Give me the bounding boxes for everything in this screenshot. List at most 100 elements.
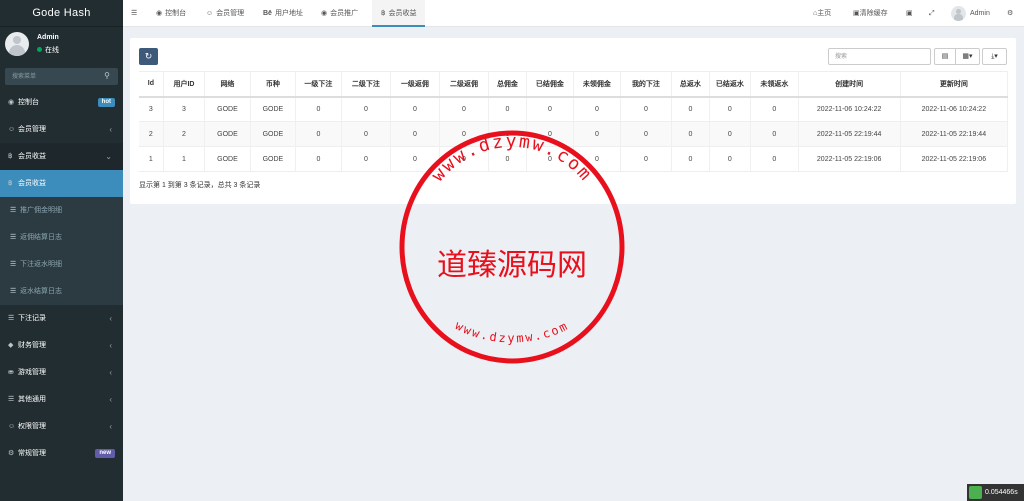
table-cell: 0 [526,121,575,147]
chevron-down-icon: ⌄ [105,152,112,161]
sidebar-item-label: 下注记录 [18,315,46,322]
table-cell: 0 [488,146,527,172]
refresh-button[interactable]: ↻ [139,48,158,65]
sidebar-item-members[interactable]: ☺ 会员管理 ‹ [0,116,123,143]
sidebar-subitem-commission-log[interactable]: ☰ 返佣结算日志 [0,224,123,251]
sidebar-item-label: 权限管理 [18,423,46,430]
sidebar-subitem-earnings[interactable]: ฿ 会员收益 [0,170,123,197]
tab-dashboard[interactable]: ◉ 控制台 [150,0,192,27]
sidebar-subitem-rebate-detail[interactable]: ☰ 下注返水明细 [0,251,123,278]
col-header[interactable]: 更新时间 [900,71,1009,98]
tab-addresses[interactable]: Bē 用户地址 [257,0,309,27]
sidebar-subitem-commission-detail[interactable]: ☰ 推广佣金明细 [0,197,123,224]
list-icon: ☰ [8,315,15,322]
tab-label: 控制台 [165,10,187,17]
language-icon[interactable]: ▣ [906,0,913,27]
list-icon: ☰ [8,396,15,403]
tab-members[interactable]: ☺ 会员管理 [200,0,250,27]
sidebar-item-label: 返水结算日志 [20,288,62,295]
menu-toggle-icon[interactable]: ☰ [131,0,137,27]
col-header[interactable]: 总佣金 [488,71,527,98]
table-row[interactable]: 2 2 GODE GODE 0 0 0 0 0 0 0 0 0 0 0 2022-11-05 22:19:44… [139,121,1009,147]
table-cell: 0 [671,121,710,147]
user-name: Admin [37,34,59,41]
user-icon: ☺ [206,10,214,17]
table-cell: 1 [139,146,164,172]
home-link[interactable]: ⌂主页 [813,0,831,27]
fullscreen-icon[interactable]: ⤢ [929,0,935,27]
settings-gear-icon[interactable]: ⚙ [1007,0,1013,27]
col-header[interactable]: 用户ID [163,71,206,98]
col-header[interactable]: 二级返佣 [439,71,490,98]
table-cell: 0 [671,146,710,172]
col-header[interactable]: Id [139,71,164,98]
table-cell: 0 [750,96,799,122]
sidebar-item-games[interactable]: ⛂ 游戏管理 ‹ [0,359,123,386]
user-avatar [5,32,29,56]
clear-cache-link[interactable]: ▣清除缓存 [853,0,888,27]
table-cell: 0 [709,121,752,147]
col-header[interactable]: 一级返佣 [390,71,440,98]
list-icon: ☰ [10,234,17,241]
table-cell: 1 [163,146,206,172]
table-cell: 0 [295,121,342,147]
sidebar-item-finance[interactable]: ◆ 财务管理 ‹ [0,332,123,359]
user-panel: Admin 在线 [0,27,123,63]
col-header[interactable]: 创建时间 [798,71,901,98]
sidebar-item-label: 会员管理 [18,126,46,133]
col-header[interactable]: 我的下注 [620,71,673,98]
diamond-icon: ◆ [8,342,14,349]
sidebar-item-permissions[interactable]: ☺ 权限管理 ‹ [0,413,123,440]
col-header[interactable]: 网络 [204,71,251,98]
dashboard-icon: ◉ [156,10,163,17]
export-icon: ⤓▾ [991,53,998,60]
table-row[interactable]: 3 3 GODE GODE 0 0 0 0 0 0 0 0 0 0 0 2022-11-06 10:24:22… [139,96,1009,122]
app-logo[interactable]: Gode Hash [0,0,123,27]
col-header[interactable]: 总返水 [671,71,710,98]
search-icon[interactable]: ⚲ [104,71,110,80]
table-cell: 0 [573,96,621,122]
gear-icon: ⚙ [8,450,15,457]
table-cell: 2022-11-05 22:19:44 [798,121,901,147]
gamepad-icon: ⛂ [8,369,14,376]
list-icon: ☰ [10,288,17,295]
sidebar-item-label: 控制台 [18,99,39,106]
sidebar-subitem-rebate-log[interactable]: ☰ 返水结算日志 [0,278,123,305]
table-cell: 0 [390,121,440,147]
sidebar-item-general[interactable]: ☰ 其他通用 ‹ [0,386,123,413]
tab-promotion[interactable]: ◉ 会员推广 [315,0,364,27]
tab-earnings[interactable]: ฿会员收益 [372,0,426,27]
bitcoin-icon: ฿ [381,10,386,17]
table-row[interactable]: 1 1 GODE GODE 0 0 0 0 0 0 0 0 0 0 0 2022-11-05 22:19:06… [139,146,1009,172]
sidebar-item-dashboard[interactable]: ◉ 控制台 hot [0,89,123,116]
table-cell: 0 [620,146,673,172]
col-header[interactable]: 未领返水 [750,71,799,98]
table-cell: 3 [163,96,206,122]
col-header[interactable]: 未领佣金 [573,71,621,98]
tab-label: 会员推广 [330,10,359,17]
sidebar-item-settings[interactable]: ⚙ 常规管理 new [0,440,123,467]
header-username[interactable]: Admin [970,0,990,27]
table-cell: GODE [250,96,297,122]
perf-timer[interactable]: 0.054466s [967,484,1024,501]
trash-icon: ▣ [853,10,860,17]
table-cell: 2 [163,121,206,147]
col-header[interactable]: 币种 [250,71,297,98]
col-header[interactable]: 已结返水 [709,71,752,98]
table-cell: 0 [390,96,440,122]
sidebar-search-input[interactable] [5,68,118,85]
table-search-input[interactable] [828,48,931,65]
export-button[interactable]: ⤓▾ [982,48,1007,65]
col-header[interactable]: 已结佣金 [526,71,575,98]
sidebar: Gode Hash Admin 在线 ⚲ ◉控制台hot ☺会员管理‹ ฿会员收… [0,0,123,501]
col-header[interactable]: 二级下注 [341,71,392,98]
columns-button[interactable]: ▦▾ [955,48,980,65]
tab-label: 用户地址 [274,10,303,17]
sidebar-item-earnings[interactable]: ฿ 会员收益 ⌄ [0,143,123,170]
sidebar-item-bets[interactable]: ☰ 下注记录 ‹ [0,305,123,332]
toggle-view-button[interactable]: ▤ [934,48,956,65]
col-header[interactable]: 一级下注 [295,71,342,98]
table-cell: 2 [139,121,164,147]
sidebar-item-label: 其他通用 [18,396,46,403]
header-avatar[interactable] [951,6,966,21]
